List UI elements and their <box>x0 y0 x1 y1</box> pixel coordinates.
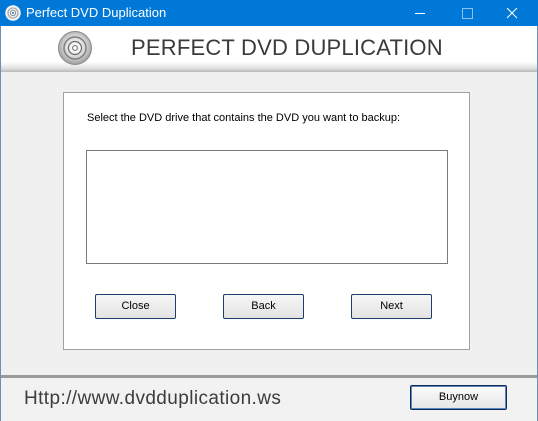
maximize-icon <box>462 8 473 19</box>
app-disc-icon <box>5 5 21 21</box>
close-window-button[interactable] <box>489 0 535 26</box>
buynow-button[interactable]: Buynow <box>410 385 507 410</box>
title-bar[interactable]: Perfect DVD Duplication <box>0 0 538 26</box>
back-button[interactable]: Back <box>223 294 304 319</box>
drive-selection-panel: Select the DVD drive that contains the D… <box>63 92 470 350</box>
close-button[interactable]: Close <box>95 294 176 319</box>
dvd-disc-icon <box>58 31 92 65</box>
window-client-area: PERFECT DVD DUPLICATION Select the DVD d… <box>0 26 538 421</box>
close-icon <box>506 7 518 19</box>
minimize-button[interactable] <box>397 0 443 26</box>
maximize-button[interactable] <box>443 0 489 26</box>
app-banner-title: PERFECT DVD DUPLICATION <box>131 35 443 60</box>
next-button[interactable]: Next <box>351 294 432 319</box>
footer: Http://www.dvdduplication.ws Buynow <box>1 378 537 421</box>
minimize-icon <box>415 13 425 14</box>
website-url: Http://www.dvdduplication.ws <box>24 388 282 409</box>
dvd-drive-list[interactable] <box>86 150 448 264</box>
instruction-text: Select the DVD drive that contains the D… <box>87 112 401 124</box>
header-banner: PERFECT DVD DUPLICATION <box>1 26 537 72</box>
window-title: Perfect DVD Duplication <box>26 5 167 20</box>
